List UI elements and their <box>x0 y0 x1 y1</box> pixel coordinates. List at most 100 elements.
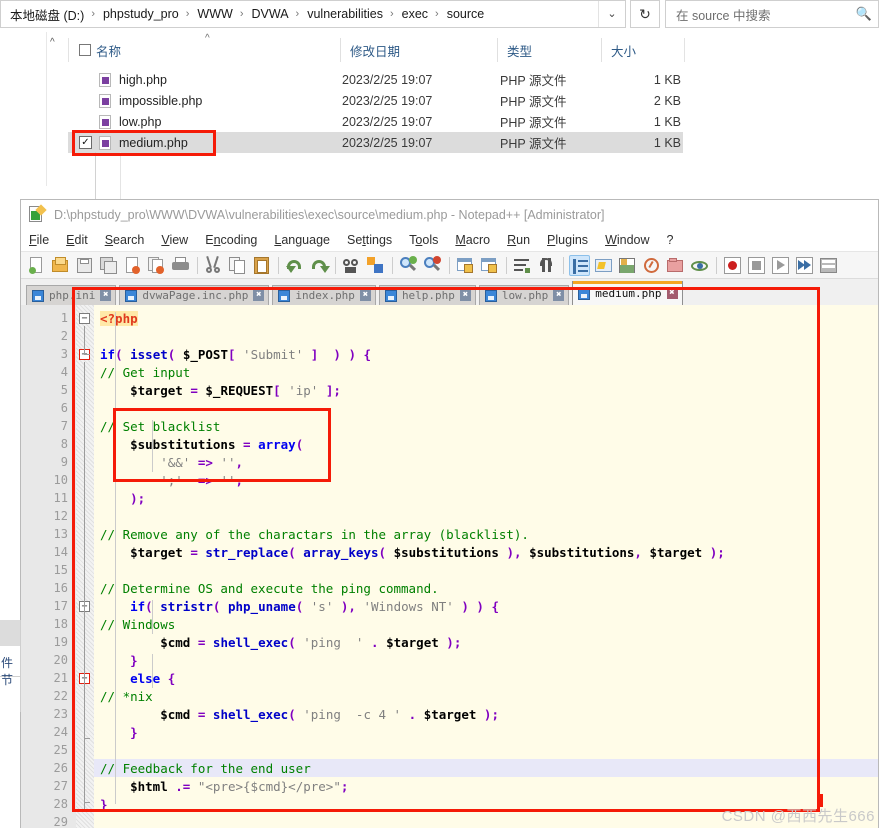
code-line[interactable]: $substitutions = array( <box>100 437 303 452</box>
breadcrumb-item-dvwa[interactable]: DVWA <box>249 5 292 23</box>
record-macro-icon[interactable] <box>722 255 743 276</box>
column-header-name[interactable]: 名称 <box>96 38 340 62</box>
code-line[interactable]: ';' => '', <box>100 473 243 488</box>
code-line[interactable]: // Determine OS and execute the ping com… <box>100 581 439 596</box>
code-line[interactable]: $target = $_REQUEST[ 'ip' ]; <box>100 383 341 398</box>
sync-horizontal-scroll-icon[interactable] <box>479 255 500 276</box>
breadcrumb-item-drive[interactable]: 本地磁盘 (D:) <box>7 3 87 26</box>
code-line[interactable]: // Remove any of the charactars in the a… <box>100 527 529 542</box>
close-all-icon[interactable] <box>146 255 167 276</box>
menu-item-plugins[interactable]: Plugins <box>547 233 588 247</box>
close-icon[interactable]: ✖ <box>553 290 565 301</box>
code-line[interactable] <box>100 329 108 344</box>
search-input[interactable]: 在 source 中搜索 🔍 <box>665 0 879 28</box>
save-icon[interactable] <box>74 255 95 276</box>
search-icon[interactable]: 🔍 <box>856 6 872 22</box>
explorer-scroll-caret[interactable]: ^ <box>47 34 61 186</box>
tab-php-ini[interactable]: php.ini ✖ <box>26 285 117 305</box>
refresh-icon[interactable]: ↻ <box>630 0 660 28</box>
code-line[interactable]: $target = str_replace( array_keys( $subs… <box>100 545 725 560</box>
breadcrumb-item-exec[interactable]: exec <box>399 5 431 23</box>
code-line[interactable]: if( stristr( php_uname( 's' ), 'Windows … <box>100 599 499 614</box>
row-checkbox[interactable] <box>79 115 92 128</box>
undo-icon[interactable] <box>284 255 305 276</box>
code-line[interactable]: // Windows <box>100 617 175 632</box>
breadcrumb[interactable]: 本地磁盘 (D:) › phpstudy_pro › WWW › DVWA › … <box>1 3 598 26</box>
code-editor[interactable]: −−−− <?php if( isset( $_POST[ 'Submit' ]… <box>21 305 878 828</box>
show-all-characters-icon[interactable] <box>536 255 557 276</box>
code-line[interactable]: else { <box>100 671 175 686</box>
run-macro-multiple-icon[interactable] <box>794 255 815 276</box>
fold-margin[interactable]: −−−− <box>76 305 94 828</box>
code-line[interactable]: if( isset( $_POST[ 'Submit' ] ) ) { <box>100 347 371 362</box>
column-header-size[interactable]: 大小 <box>601 38 684 62</box>
menu-item-macro[interactable]: Macro <box>455 233 490 247</box>
menu-item-file[interactable]: File <box>29 233 49 247</box>
zoom-out-icon[interactable] <box>422 255 443 276</box>
tab-low-php[interactable]: low.php ✖ <box>478 285 570 305</box>
menu-item-settings[interactable]: Settings <box>347 233 392 247</box>
function-list-icon[interactable] <box>641 255 662 276</box>
code-line[interactable]: } <box>100 725 138 740</box>
redo-icon[interactable] <box>308 255 330 276</box>
user-defined-language-icon[interactable] <box>593 255 614 276</box>
paste-icon[interactable] <box>251 255 272 276</box>
table-row[interactable]: impossible.php 2023/2/25 19:07 PHP 源文件 2… <box>68 90 683 111</box>
tab-medium-php[interactable]: medium.php ✖ <box>572 281 683 305</box>
save-macro-icon[interactable] <box>818 255 839 276</box>
code-line[interactable]: // Feedback for the end user <box>100 761 311 776</box>
find-icon[interactable] <box>341 255 362 276</box>
show-document-map-icon[interactable] <box>617 255 638 276</box>
stop-recording-icon[interactable] <box>746 255 767 276</box>
monitoring-icon[interactable] <box>689 255 710 276</box>
code-surface[interactable]: <?php if( isset( $_POST[ 'Submit' ] ) ) … <box>94 305 878 828</box>
menu-item-search[interactable]: Search <box>105 233 145 247</box>
code-line[interactable] <box>100 401 108 416</box>
tab-index-php[interactable]: index.php ✖ <box>272 285 376 305</box>
fold-toggle-icon[interactable]: − <box>79 313 90 324</box>
code-line[interactable]: <?php <box>100 311 138 326</box>
row-checkbox[interactable] <box>79 73 92 86</box>
code-line[interactable] <box>100 563 108 578</box>
new-file-icon[interactable] <box>26 255 47 276</box>
code-line[interactable] <box>100 815 108 828</box>
open-file-icon[interactable] <box>50 255 71 276</box>
close-icon[interactable]: ✖ <box>100 290 112 301</box>
address-bar[interactable]: 本地磁盘 (D:) › phpstudy_pro › WWW › DVWA › … <box>0 0 626 28</box>
menu-item-encoding[interactable]: Encoding <box>205 233 257 247</box>
tab-dvwapage-inc-php[interactable]: dvwaPage.inc.php ✖ <box>119 285 270 305</box>
copy-icon[interactable] <box>227 255 248 276</box>
code-line[interactable] <box>100 509 108 524</box>
code-line[interactable]: // *nix <box>100 689 153 704</box>
print-icon[interactable] <box>170 255 191 276</box>
select-all-checkbox[interactable] <box>79 44 91 56</box>
breadcrumb-item-phpstudy_pro[interactable]: phpstudy_pro <box>100 5 182 23</box>
column-header-type[interactable]: 类型 <box>497 38 601 62</box>
menu-item-run[interactable]: Run <box>507 233 530 247</box>
menu-item-help[interactable]: ? <box>667 233 674 247</box>
menu-item-window[interactable]: Window <box>605 233 649 247</box>
code-line[interactable]: '&&' => '', <box>100 455 243 470</box>
code-line[interactable]: } <box>100 653 138 668</box>
breadcrumb-item-www[interactable]: WWW <box>194 5 235 23</box>
cut-icon[interactable] <box>203 255 224 276</box>
table-row[interactable]: high.php 2023/2/25 19:07 PHP 源文件 1 KB <box>68 69 683 90</box>
code-line[interactable]: // Get input <box>100 365 190 380</box>
chevron-down-icon[interactable]: ⌄ <box>598 1 625 27</box>
indent-guideline-icon[interactable] <box>569 254 590 276</box>
close-icon[interactable]: ✖ <box>253 290 265 301</box>
breadcrumb-item-source[interactable]: source <box>444 5 488 23</box>
zoom-in-icon[interactable] <box>398 255 419 276</box>
sync-vertical-scroll-icon[interactable] <box>455 255 476 276</box>
tab-help-php[interactable]: help.php ✖ <box>378 285 476 305</box>
code-line[interactable]: $cmd = shell_exec( 'ping -c 4 ' . $targe… <box>100 707 499 722</box>
table-row[interactable]: low.php 2023/2/25 19:07 PHP 源文件 1 KB <box>68 111 683 132</box>
replace-icon[interactable] <box>365 255 386 276</box>
word-wrap-icon[interactable] <box>512 255 533 276</box>
menu-item-edit[interactable]: Edit <box>66 233 88 247</box>
menu-item-view[interactable]: View <box>161 233 188 247</box>
code-line[interactable]: $cmd = shell_exec( 'ping ' . $target ); <box>100 635 461 650</box>
code-line[interactable]: ); <box>100 491 145 506</box>
close-icon[interactable]: ✖ <box>666 288 678 299</box>
code-line[interactable]: $html .= "<pre>{$cmd}</pre>"; <box>100 779 348 794</box>
